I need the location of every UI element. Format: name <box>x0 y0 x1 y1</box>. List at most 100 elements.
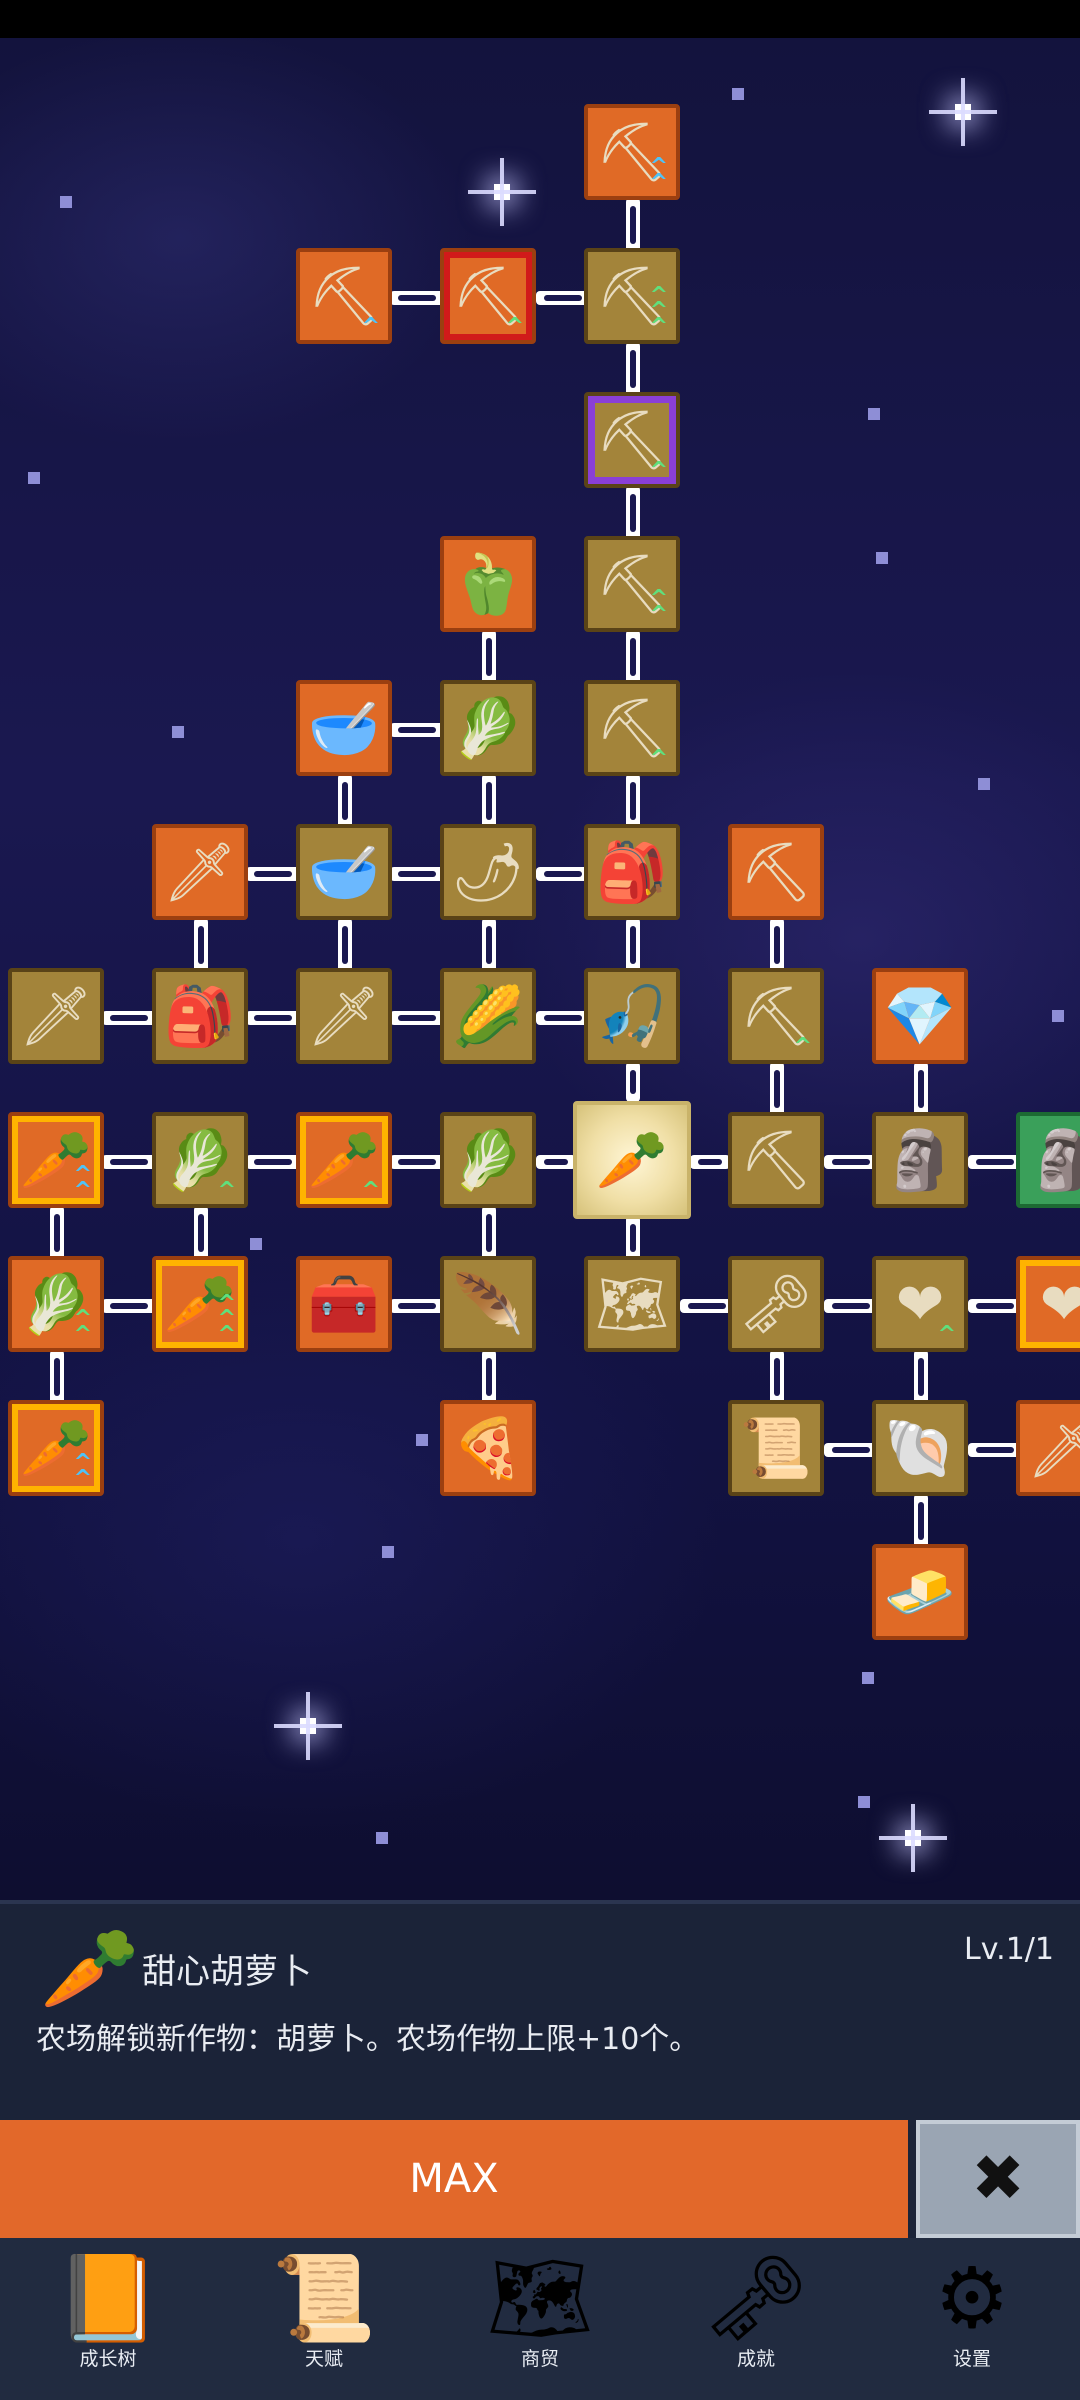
tab-label: 天赋 <box>304 2348 343 2370</box>
star-icon <box>978 778 990 790</box>
skill-node[interactable]: ⛏ ^ <box>440 248 536 344</box>
max-button[interactable]: MAX <box>0 2120 908 2238</box>
skill-node[interactable]: ⛏ ^ ^ <box>584 104 680 200</box>
connector <box>680 1299 734 1313</box>
book-icon: 📙 <box>55 2249 161 2347</box>
skill-node[interactable]: 🗡 <box>1016 1400 1080 1496</box>
skill-node[interactable]: ⛏ ^ <box>584 392 680 488</box>
skill-node[interactable]: 🥬 <box>440 1112 536 1208</box>
skill-detail-panel: 🥕 甜心胡萝卜 Lv.1/1 农场解锁新作物：胡萝卜。农场作物上限+10个。 <box>0 1900 1080 2124</box>
connector <box>338 918 352 972</box>
connector <box>482 918 496 972</box>
skill-node[interactable]: 🌶 <box>440 824 536 920</box>
skill-node[interactable]: 🥕 ^ ^ ^ <box>152 1256 248 1352</box>
bowl-icon: 🥣 <box>307 838 381 906</box>
skill-node[interactable]: ⛏ ^ ^ <box>584 536 680 632</box>
connector <box>824 1443 878 1457</box>
connector <box>102 1299 156 1313</box>
connector <box>626 1216 640 1260</box>
tab-label: 设置 <box>952 2348 991 2370</box>
tab-label: 商贸 <box>520 2348 559 2370</box>
tab-settings[interactable]: ⚙ 设置 <box>864 2238 1080 2400</box>
skill-node[interactable]: 🗿 <box>1016 1112 1080 1208</box>
bottom-nav: 📙 成长树 📜 天赋 🗺 商贸 🗝 成就 ⚙ 设置 <box>0 2238 1080 2400</box>
close-button[interactable]: ✖ <box>916 2120 1080 2238</box>
skill-node[interactable]: 💎 <box>872 968 968 1064</box>
star-icon <box>929 78 997 146</box>
skill-node[interactable]: 🥬 ^ <box>152 1112 248 1208</box>
connector <box>770 918 784 972</box>
action-bar: MAX ✖ <box>0 2120 1080 2238</box>
star-icon <box>28 472 40 484</box>
skill-description: 农场解锁新作物：胡萝卜。农场作物上限+10个。 <box>36 2022 700 2057</box>
skill-node[interactable]: 🥕 ^ <box>296 1112 392 1208</box>
skill-node[interactable]: 🗿 <box>872 1112 968 1208</box>
skill-tree-canvas[interactable]: ⛏ ^ ^ ⛏ ^ ⛏ ^ ⛏ ^ ^ ^ ⛏ ^ 🫑 ⛏ ^ ^ 🥣 🥬 ⛏ ^ 🗡 🥣 🌶 🎒 ⛏… <box>0 38 1080 1900</box>
skill-node[interactable]: ⛏ ^ ^ ^ <box>584 248 680 344</box>
connector <box>246 1155 300 1169</box>
connector <box>390 723 444 737</box>
skill-node[interactable]: 🐚 <box>872 1400 968 1496</box>
carrot-icon: 🥕 <box>595 1126 669 1194</box>
tab-talent[interactable]: 📜 天赋 <box>216 2238 432 2400</box>
tab-label: 成长树 <box>79 2348 137 2370</box>
skill-node[interactable]: 🥬 <box>440 680 536 776</box>
connector <box>626 630 640 684</box>
tab-achievements[interactable]: 🗝 成就 <box>648 2238 864 2400</box>
skill-node[interactable]: ❤ ^ <box>872 1256 968 1352</box>
skill-node[interactable]: ⛏ <box>728 824 824 920</box>
star-icon <box>468 158 536 226</box>
connector <box>626 342 640 396</box>
heart-icon: ❤ <box>1039 1270 1080 1338</box>
skill-node[interactable]: 🗝 <box>728 1256 824 1352</box>
corn-icon: 🌽 <box>451 982 525 1050</box>
skill-node[interactable]: 🥣 <box>296 680 392 776</box>
skill-node[interactable]: ⛏ <box>728 1112 824 1208</box>
skill-node[interactable]: 🗡 <box>296 968 392 1064</box>
skill-node[interactable]: 🍕 <box>440 1400 536 1496</box>
skill-node[interactable]: 🎒 <box>152 968 248 1064</box>
connector <box>626 918 640 972</box>
connector <box>390 1299 444 1313</box>
chest-icon: 🧰 <box>307 1270 381 1338</box>
connector <box>968 1155 1022 1169</box>
butter-icon: 🧈 <box>883 1558 957 1626</box>
skill-node-selected[interactable]: 🥕 <box>573 1101 691 1219</box>
skill-node[interactable]: 🥕 ^ ^ <box>8 1400 104 1496</box>
connector <box>770 1350 784 1404</box>
skill-node[interactable]: 📜 <box>728 1400 824 1496</box>
sword-icon: 🗡 <box>307 982 381 1050</box>
pizza-icon: 🍕 <box>451 1414 525 1482</box>
tab-trade[interactable]: 🗺 商贸 <box>432 2238 648 2400</box>
skill-node[interactable]: 🗺 <box>584 1256 680 1352</box>
connector <box>626 486 640 540</box>
backpack-icon: 🎒 <box>595 838 669 906</box>
connector <box>246 867 300 881</box>
skill-node[interactable]: 🎒 <box>584 824 680 920</box>
skill-node[interactable]: 🥣 <box>296 824 392 920</box>
connector <box>536 291 590 305</box>
connector <box>338 774 352 828</box>
skill-node[interactable]: ⛏ ^ <box>584 680 680 776</box>
pickaxe-icon: ⛏ <box>739 838 813 906</box>
skill-node[interactable]: 🗡 <box>8 968 104 1064</box>
skill-node[interactable]: ⛏ ^ <box>728 968 824 1064</box>
star-icon <box>868 408 880 420</box>
skill-node[interactable]: 🥕 ^ ^ <box>8 1112 104 1208</box>
connector <box>770 1062 784 1116</box>
skill-node[interactable]: ⛏ ^ <box>296 248 392 344</box>
skill-node[interactable]: 🧰 <box>296 1256 392 1352</box>
chili-icon: 🌶 <box>451 838 525 906</box>
skill-node[interactable]: 🧈 <box>872 1544 968 1640</box>
connector <box>626 1062 640 1102</box>
connector <box>914 1350 928 1404</box>
skill-node[interactable]: 🌽 <box>440 968 536 1064</box>
skill-node[interactable]: ❤ <box>1016 1256 1080 1352</box>
skill-node[interactable]: 🎣 <box>584 968 680 1064</box>
tab-growth-tree[interactable]: 📙 成长树 <box>0 2238 216 2400</box>
skill-node[interactable]: 🪶 <box>440 1256 536 1352</box>
skill-node[interactable]: 🥬 ^ ^ <box>8 1256 104 1352</box>
skill-node[interactable]: 🗡 <box>152 824 248 920</box>
sword-icon: 🗡 <box>1027 1414 1080 1482</box>
skill-node[interactable]: 🫑 <box>440 536 536 632</box>
